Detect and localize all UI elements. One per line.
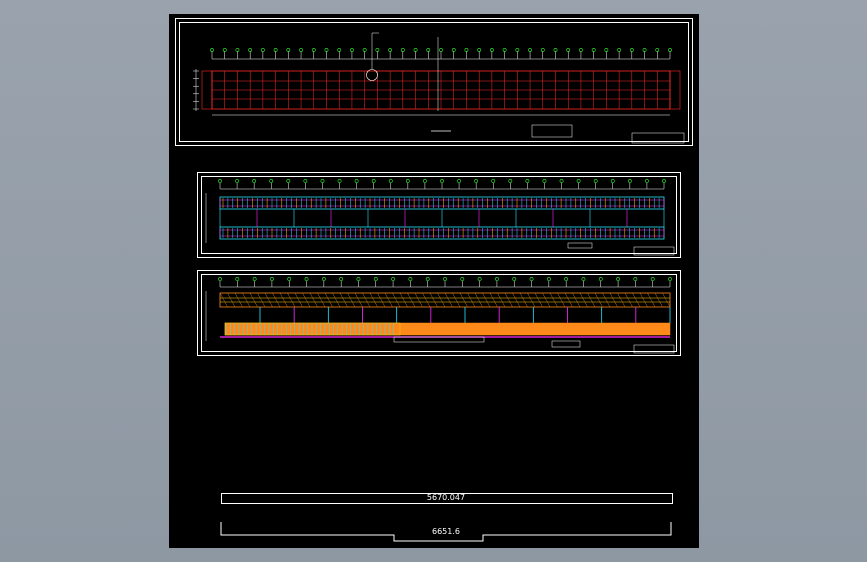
dimension-text-lower: 6651.6 xyxy=(432,527,460,536)
dimension-line-lower[interactable] xyxy=(169,14,699,548)
cad-model-viewport[interactable]: 5670.047 6651.6 xyxy=(169,14,699,548)
